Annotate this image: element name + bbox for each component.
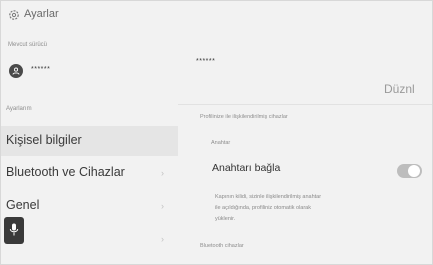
toggle-knob xyxy=(408,165,420,177)
bluetooth-devices-label: Bluetooth cihazlar xyxy=(200,243,244,249)
header: Ayarlar xyxy=(0,0,433,28)
connect-key-label: Anahtarı bağla xyxy=(212,162,281,174)
menu-item-label: Kişisel bilgiler xyxy=(6,133,82,147)
settings-screen: Ayarlar Mevcut sürücü ****** Ayarlarım K… xyxy=(0,0,433,265)
voice-button[interactable] xyxy=(4,217,24,244)
description-line: Kapının kilidi, sizinle ilişkilendirilmi… xyxy=(215,194,322,200)
menu-item-label: Bluetooth ve Cihazlar xyxy=(6,165,125,179)
key-section-label: Anahtar xyxy=(211,140,231,146)
driver-name: ****** xyxy=(31,66,51,73)
edit-button[interactable]: Düznl xyxy=(384,82,415,96)
description-line: yüklenir. xyxy=(215,216,236,222)
page-title: Ayarlar xyxy=(24,8,59,20)
settings-detail: ****** Düznl Profilinize ile ilişkilendi… xyxy=(178,28,433,265)
chevron-right-icon: › xyxy=(161,201,164,211)
current-driver[interactable]: ****** xyxy=(9,64,169,82)
linked-devices-label: Profilinize ile ilişkilendirilmiş cihazl… xyxy=(200,114,288,120)
menu-item-more[interactable]: › xyxy=(0,224,178,254)
gear-icon xyxy=(8,8,20,20)
divider xyxy=(178,104,433,105)
chevron-right-icon: › xyxy=(161,168,164,178)
menu-item-bluetooth-devices[interactable]: Bluetooth ve Cihazlar › xyxy=(0,158,178,188)
current-driver-label: Mevcut sürücü xyxy=(8,42,48,48)
menu-item-label: Genel xyxy=(6,198,40,212)
chevron-right-icon: › xyxy=(161,234,164,244)
menu-item-personal-info[interactable]: Kişisel bilgiler xyxy=(0,126,178,156)
description-line: ile açıldığında, profiliniz otomatik ola… xyxy=(215,205,311,211)
avatar-icon xyxy=(9,64,23,78)
password-value: ****** xyxy=(196,58,216,65)
connect-key-toggle[interactable] xyxy=(397,164,422,178)
my-settings-label: Ayarlarım xyxy=(6,106,32,112)
menu-item-general[interactable]: Genel › xyxy=(0,191,178,221)
settings-sidebar: Mevcut sürücü ****** Ayarlarım Kişisel b… xyxy=(0,28,178,265)
